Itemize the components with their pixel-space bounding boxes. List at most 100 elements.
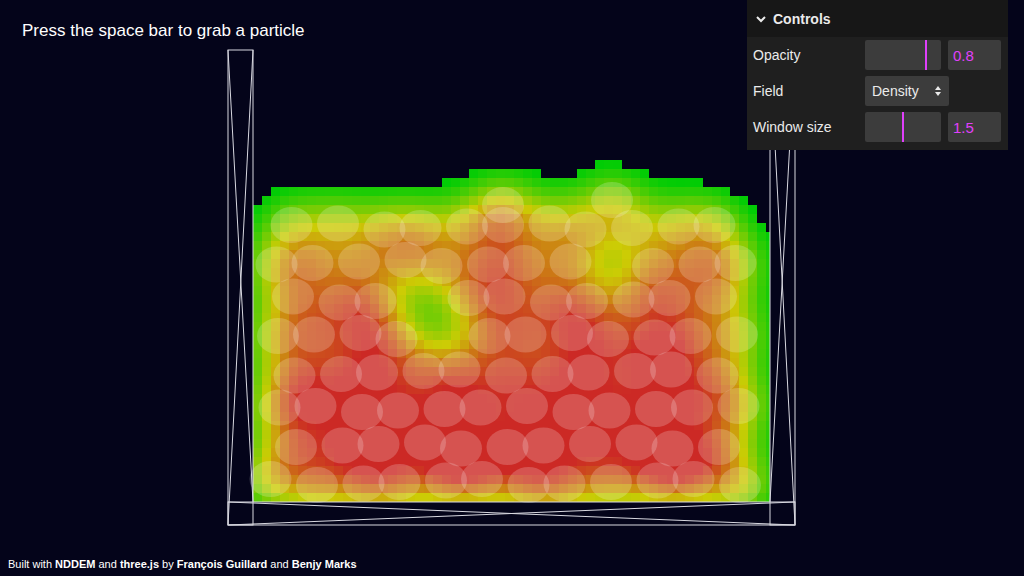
density-cell — [757, 277, 766, 286]
density-cell — [343, 187, 352, 196]
density-cell — [253, 214, 262, 223]
density-cell — [469, 187, 478, 196]
density-cell — [379, 187, 388, 196]
density-cell — [415, 493, 424, 502]
density-cell — [307, 205, 316, 214]
density-cell — [532, 187, 541, 196]
density-cell — [550, 187, 559, 196]
density-cell — [361, 187, 370, 196]
density-cell — [577, 196, 586, 205]
density-cell — [757, 295, 766, 304]
density-cell — [703, 313, 712, 322]
density-cell — [415, 394, 424, 403]
density-cell — [541, 187, 550, 196]
density-cell — [442, 340, 451, 349]
density-cell — [703, 421, 712, 430]
density-cell — [370, 196, 379, 205]
density-cell — [253, 304, 262, 313]
density-cell — [442, 331, 451, 340]
density-cell — [757, 376, 766, 385]
density-cell — [766, 277, 770, 286]
density-cell — [622, 259, 631, 268]
density-cell — [262, 214, 271, 223]
density-cell — [406, 196, 415, 205]
density-cell — [748, 376, 757, 385]
density-cell — [415, 196, 424, 205]
density-cell — [766, 259, 770, 268]
density-cell — [253, 313, 262, 322]
density-cell — [253, 232, 262, 241]
density-cell — [757, 421, 766, 430]
density-cell — [523, 232, 532, 241]
density-cell — [343, 196, 352, 205]
density-cell — [397, 295, 406, 304]
density-cell — [739, 295, 748, 304]
density-cell — [757, 268, 766, 277]
density-cell — [739, 304, 748, 313]
density-cell — [334, 187, 343, 196]
density-cell — [613, 277, 622, 286]
density-cell — [604, 277, 613, 286]
density-cell — [613, 385, 622, 394]
density-cell — [325, 187, 334, 196]
density-cell — [766, 475, 770, 484]
density-cell — [568, 205, 577, 214]
density-cell — [739, 196, 748, 205]
density-cell — [739, 439, 748, 448]
density-cell — [766, 313, 770, 322]
density-cell — [766, 439, 770, 448]
density-cell — [613, 259, 622, 268]
density-cell — [559, 196, 568, 205]
density-cell — [730, 205, 739, 214]
density-cell — [361, 205, 370, 214]
density-cell — [703, 349, 712, 358]
density-cell — [352, 187, 361, 196]
density-cell — [307, 187, 316, 196]
density-cell — [748, 367, 757, 376]
density-cell — [739, 457, 748, 466]
density-cell — [397, 430, 406, 439]
density-cell — [433, 331, 442, 340]
density-cell — [739, 223, 748, 232]
density-cell — [595, 259, 604, 268]
density-cell — [424, 286, 433, 295]
density-cell — [523, 205, 532, 214]
density-cell — [604, 250, 613, 259]
density-cell — [352, 196, 361, 205]
density-cell — [253, 421, 262, 430]
density-cell — [379, 196, 388, 205]
density-cell — [334, 493, 343, 502]
density-cell — [613, 268, 622, 277]
density-cell — [406, 295, 415, 304]
density-cell — [325, 196, 334, 205]
density-cell — [541, 196, 550, 205]
density-cell — [748, 430, 757, 439]
density-cell — [406, 277, 415, 286]
density-cell — [622, 268, 631, 277]
density-cell — [649, 205, 658, 214]
density-cell — [721, 421, 730, 430]
density-cell — [631, 493, 640, 502]
density-cell — [766, 376, 770, 385]
density-cell — [262, 439, 271, 448]
density-cell — [379, 268, 388, 277]
density-cell — [406, 286, 415, 295]
density-cell — [316, 196, 325, 205]
density-cell — [262, 304, 271, 313]
density-cell — [766, 484, 770, 493]
density-cell — [469, 196, 478, 205]
density-cell — [757, 223, 766, 232]
density-cell — [757, 412, 766, 421]
density-cell — [757, 358, 766, 367]
density-cell — [766, 286, 770, 295]
density-cell — [721, 196, 730, 205]
density-cell — [685, 196, 694, 205]
density-cell — [712, 196, 721, 205]
density-cell — [739, 358, 748, 367]
density-cell — [253, 448, 262, 457]
density-cell — [757, 493, 766, 502]
density-cell — [433, 340, 442, 349]
density-cell — [523, 358, 532, 367]
density-cell — [442, 187, 451, 196]
density-cell — [388, 187, 397, 196]
